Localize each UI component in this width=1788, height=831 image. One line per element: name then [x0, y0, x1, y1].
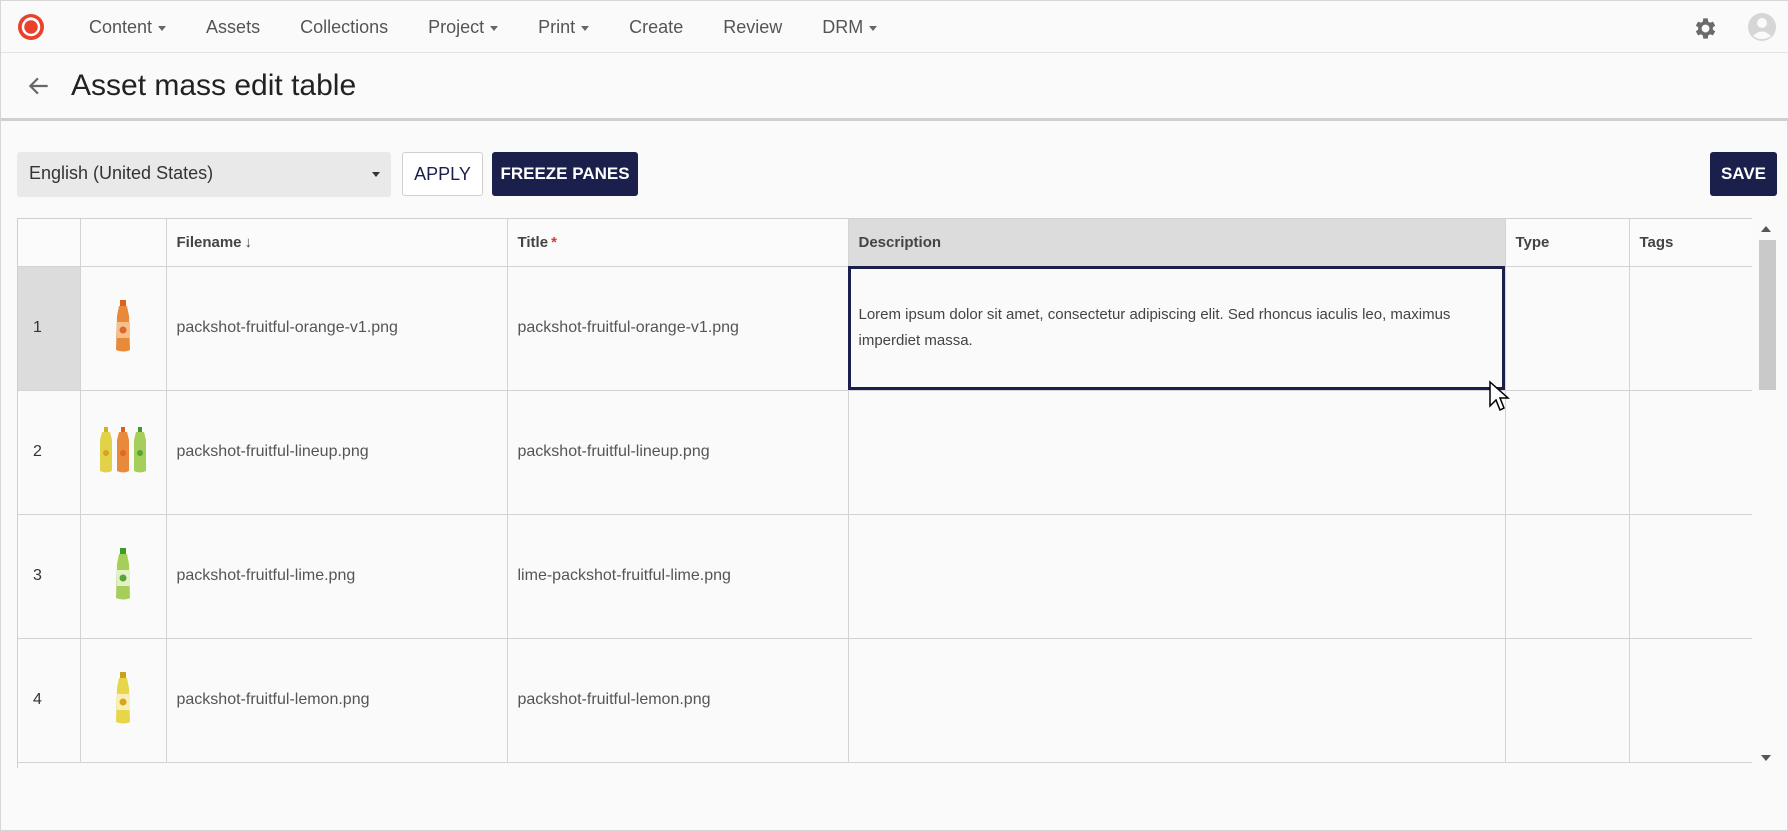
filename-cell[interactable]: packshot-fruitful-lemon.png	[166, 638, 508, 763]
app-window: Content Assets Collections Project Print…	[0, 0, 1788, 831]
filename-cell[interactable]: packshot-fruitful-lineup.png	[166, 390, 508, 515]
nav-label: Print	[538, 16, 576, 37]
table-row: 1 packshot-fruitful-orange-v1.png packsh…	[18, 266, 1752, 391]
header-rownum	[18, 219, 81, 267]
nav-label: Content	[89, 16, 153, 37]
lemon-bottle-thumbnail	[116, 671, 130, 723]
type-cell[interactable]	[1505, 514, 1630, 639]
title-cell[interactable]: packshot-fruitful-orange-v1.png	[507, 266, 849, 391]
chevron-down-icon	[490, 25, 499, 31]
nav-label: Review	[723, 16, 783, 37]
header-thumbnail	[80, 219, 167, 267]
title-cell[interactable]: lime-packshot-fruitful-lime.png	[507, 514, 849, 639]
lineup-bottles-thumbnail	[100, 426, 146, 472]
orange-bottle-thumbnail	[116, 299, 130, 351]
page-title: Asset mass edit table	[71, 69, 357, 102]
row-number[interactable]: 3	[18, 514, 81, 639]
user-avatar-icon[interactable]	[1747, 12, 1777, 42]
table-row: 4 packshot-fruitful-lemon.png packshot-f…	[18, 638, 1752, 763]
description-cell[interactable]: Lorem ipsum dolor sit amet, consectetur …	[848, 266, 1506, 391]
thumbnail-cell	[80, 514, 167, 639]
mass-edit-table: Filename ↓ Title * Description Type Tags 1	[17, 218, 1752, 768]
description-cell[interactable]	[848, 390, 1506, 515]
table-scrollbar[interactable]	[1756, 218, 1778, 768]
header-description[interactable]: Description	[848, 219, 1506, 267]
title-cell[interactable]: packshot-fruitful-lemon.png	[507, 638, 849, 763]
main-nav: Content Assets Collections Project Print…	[69, 1, 897, 53]
table-header-row: Filename ↓ Title * Description Type Tags	[18, 219, 1752, 267]
nav-item-drm[interactable]: DRM	[802, 17, 897, 38]
nav-label: Create	[629, 16, 684, 37]
sort-down-icon[interactable]: ↓	[245, 234, 253, 251]
dropdown-arrow-icon	[372, 172, 380, 177]
page-header: Asset mass edit table	[1, 53, 1788, 121]
save-button[interactable]: SAVE	[1710, 152, 1777, 196]
type-cell[interactable]	[1505, 266, 1630, 391]
type-cell[interactable]	[1505, 390, 1630, 515]
chevron-down-icon	[869, 25, 878, 31]
freeze-panes-button[interactable]: FREEZE PANES	[492, 152, 638, 196]
scroll-down-icon[interactable]	[1761, 755, 1771, 761]
row-number[interactable]: 1	[18, 266, 81, 391]
row-number[interactable]: 4	[18, 638, 81, 763]
nav-item-collections[interactable]: Collections	[280, 17, 408, 38]
nav-label: Project	[428, 16, 485, 37]
apply-button[interactable]: APPLY	[402, 152, 483, 196]
nav-item-create[interactable]: Create	[609, 17, 703, 38]
header-title[interactable]: Title *	[507, 219, 849, 267]
filename-cell[interactable]: packshot-fruitful-orange-v1.png	[166, 266, 508, 391]
top-navigation-bar: Content Assets Collections Project Print…	[1, 1, 1788, 53]
thumbnail-cell	[80, 390, 167, 515]
mouse-cursor-icon	[1489, 380, 1510, 412]
filename-cell[interactable]: packshot-fruitful-lime.png	[166, 514, 508, 639]
header-title-label: Title	[517, 233, 549, 251]
title-cell[interactable]: packshot-fruitful-lineup.png	[507, 390, 849, 515]
scroll-up-icon[interactable]	[1761, 226, 1771, 232]
thumbnail-cell	[80, 638, 167, 763]
type-cell[interactable]	[1505, 638, 1630, 763]
tags-cell[interactable]	[1629, 514, 1752, 639]
nav-item-review[interactable]: Review	[703, 17, 802, 38]
description-cell[interactable]	[848, 514, 1506, 639]
nav-label: Assets	[206, 16, 261, 37]
tags-cell[interactable]	[1629, 266, 1752, 391]
nav-item-assets[interactable]: Assets	[186, 17, 280, 38]
chevron-down-icon	[581, 25, 590, 31]
back-arrow-icon[interactable]	[26, 73, 52, 99]
required-marker: *	[551, 233, 557, 251]
tags-cell[interactable]	[1629, 638, 1752, 763]
tags-cell[interactable]	[1629, 390, 1752, 515]
nav-item-content[interactable]: Content	[69, 17, 186, 38]
brand-logo-icon[interactable]	[16, 12, 46, 42]
nav-item-project[interactable]: Project	[408, 17, 518, 38]
chevron-down-icon	[158, 25, 167, 31]
thumbnail-cell	[80, 266, 167, 391]
header-filename-label: Filename	[176, 233, 242, 251]
table-row: 3 packshot-fruitful-lime.png lime-packsh…	[18, 514, 1752, 639]
scrollbar-thumb[interactable]	[1759, 240, 1776, 390]
nav-item-print[interactable]: Print	[518, 17, 609, 38]
description-cell[interactable]	[848, 638, 1506, 763]
gear-icon[interactable]	[1691, 15, 1718, 42]
language-select-value: English (United States)	[29, 163, 214, 183]
language-select[interactable]: English (United States)	[17, 152, 391, 197]
row-number[interactable]: 2	[18, 390, 81, 515]
lime-bottle-thumbnail	[116, 547, 130, 599]
nav-label: DRM	[822, 16, 864, 37]
header-type[interactable]: Type	[1505, 219, 1630, 267]
header-filename[interactable]: Filename ↓	[166, 219, 508, 267]
nav-label: Collections	[300, 16, 389, 37]
header-tags[interactable]: Tags	[1629, 219, 1752, 267]
